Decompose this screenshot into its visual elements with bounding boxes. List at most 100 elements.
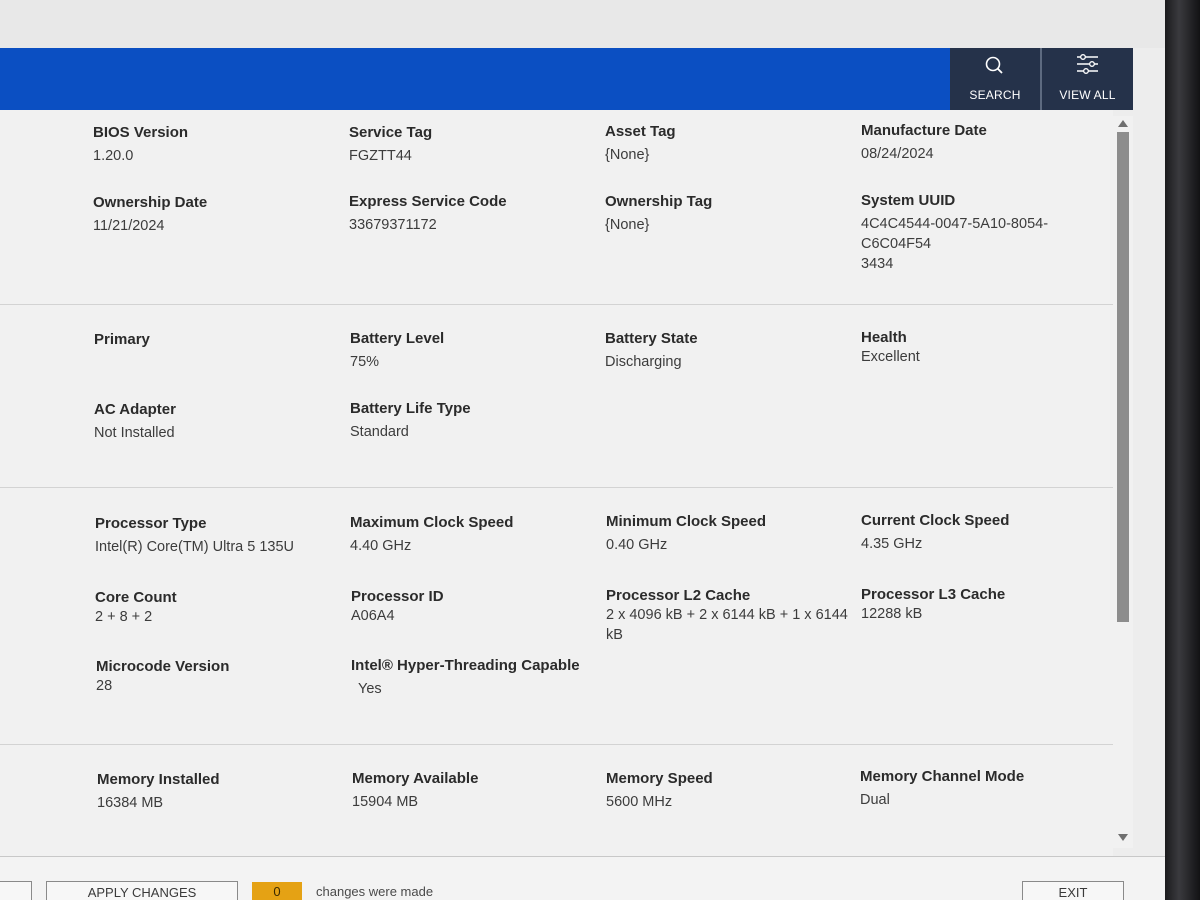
field-label: Memory Installed (97, 771, 220, 788)
field-value: Intel(R) Core(TM) Ultra 5 135U (95, 539, 295, 555)
search-icon (950, 54, 1040, 78)
scroll-thumb[interactable] (1117, 132, 1129, 622)
header-bar: SEARCH VIEW ALL (0, 48, 1133, 110)
primary-battery-field: Primary (94, 331, 344, 349)
view-all-button[interactable]: VIEW ALL (1042, 48, 1133, 110)
section-divider (0, 304, 1113, 305)
field-value: 5600 MHz (606, 794, 673, 810)
scroll-up-arrow-icon[interactable] (1118, 120, 1128, 127)
field-label: Intel® Hyper-Threading Capable (351, 657, 580, 674)
memory-installed-field: Memory Installed 16384 MB (97, 771, 347, 813)
field-label: Memory Available (352, 770, 479, 787)
field-value: 4.35 GHz (861, 536, 923, 552)
ac-adapter-field: AC Adapter Not Installed (94, 401, 344, 443)
field-label: AC Adapter (94, 401, 176, 418)
field-value: 11/21/2024 (93, 218, 165, 234)
field-value: 2 + 8 + 2 (95, 609, 153, 625)
field-label: Express Service Code (349, 193, 507, 210)
field-label: Battery State (605, 330, 698, 347)
scroll-down-arrow-icon[interactable] (1118, 834, 1128, 841)
field-label: Battery Life Type (350, 400, 471, 417)
field-value: 12288 kB (861, 606, 923, 622)
field-label: Processor ID (351, 588, 444, 605)
ownership-date-field: Ownership Date 11/21/2024 (93, 194, 343, 236)
system-uuid-field: System UUID 4C4C4544-0047-5A10-8054-C6C0… (861, 192, 1111, 274)
memory-speed-field: Memory Speed 5600 MHz (606, 770, 856, 812)
view-all-label: VIEW ALL (1059, 88, 1116, 102)
field-value: 1.20.0 (93, 148, 134, 164)
field-value: 33679371172 (349, 217, 437, 233)
field-label: System UUID (861, 192, 956, 209)
field-value: {None} (605, 147, 650, 163)
field-label: BIOS Version (93, 124, 189, 141)
health-field: Health Excellent (861, 329, 1111, 367)
field-value: 15904 MB (352, 794, 419, 810)
section-divider (0, 487, 1113, 488)
microcode-version-field: Microcode Version 28 (96, 658, 346, 696)
processor-id-field: Processor ID A06A4 (351, 588, 601, 626)
battery-life-type-field: Battery Life Type Standard (350, 400, 600, 442)
field-label: Manufacture Date (861, 122, 987, 139)
search-label: SEARCH (969, 88, 1021, 102)
field-value: {None} (605, 217, 650, 233)
field-value: 0.40 GHz (606, 537, 668, 553)
max-clock-speed-field: Maximum Clock Speed 4.40 GHz (350, 514, 600, 556)
window-top-strip (0, 0, 1165, 48)
battery-level-field: Battery Level 75% (350, 330, 600, 372)
field-value-line-2: 3434 (861, 256, 894, 272)
field-value: Yes (358, 681, 382, 697)
footer-left-button[interactable] (0, 881, 32, 900)
monitor-bezel (1165, 0, 1200, 900)
express-service-code-field: Express Service Code 33679371172 (349, 193, 599, 235)
field-value-line-1: 4C4C4544-0047-5A10-8054-C6C04F54 (861, 216, 1049, 252)
bios-screen: SEARCH VIEW ALL BIOS Version 1.20.0 Serv… (0, 0, 1165, 900)
field-label: Microcode Version (96, 658, 230, 675)
field-label: Processor L2 Cache (606, 587, 751, 604)
field-label: Ownership Date (93, 194, 208, 211)
field-label: Processor L3 Cache (861, 586, 1006, 603)
field-label: Minimum Clock Speed (606, 513, 767, 530)
details-panel: BIOS Version 1.20.0 Service Tag FGZTT44 … (0, 110, 1113, 858)
l2-cache-field: Processor L2 Cache 2 x 4096 kB + 2 x 614… (606, 587, 856, 645)
field-label: Maximum Clock Speed (350, 514, 514, 531)
field-value: Discharging (605, 354, 682, 370)
vertical-scrollbar[interactable] (1113, 116, 1133, 848)
current-clock-speed-field: Current Clock Speed 4.35 GHz (861, 512, 1111, 554)
changes-status-text: changes were made (316, 884, 434, 899)
filter-list-icon (1042, 54, 1133, 78)
field-label: Core Count (95, 589, 177, 606)
service-tag-field: Service Tag FGZTT44 (349, 124, 599, 166)
field-label: Ownership Tag (605, 193, 713, 210)
field-label: Health (861, 329, 907, 346)
core-count-field: Core Count 2 + 8 + 2 (95, 589, 345, 627)
apply-changes-button[interactable]: APPLY CHANGES (46, 881, 238, 900)
ownership-tag-field: Ownership Tag {None} (605, 193, 855, 235)
footer-bar: APPLY CHANGES 0 changes were made EXIT (0, 856, 1165, 900)
field-label: Processor Type (95, 515, 207, 532)
search-button[interactable]: SEARCH (950, 48, 1040, 110)
field-label: Primary (94, 331, 150, 348)
field-label: Asset Tag (605, 123, 676, 140)
hyper-threading-field: Intel® Hyper-Threading Capable Yes (351, 657, 611, 699)
changes-count-badge: 0 (252, 882, 302, 900)
field-label: Current Clock Speed (861, 512, 1010, 529)
min-clock-speed-field: Minimum Clock Speed 0.40 GHz (606, 513, 856, 555)
field-label: Battery Level (350, 330, 445, 347)
asset-tag-field: Asset Tag {None} (605, 123, 855, 165)
section-divider (0, 744, 1113, 745)
field-label: Memory Speed (606, 770, 713, 787)
field-value: 4.40 GHz (350, 538, 412, 554)
field-value: Standard (350, 424, 409, 440)
field-value: 16384 MB (97, 795, 164, 811)
field-value: 28 (96, 678, 113, 694)
field-label: Service Tag (349, 124, 433, 141)
memory-available-field: Memory Available 15904 MB (352, 770, 602, 812)
memory-channel-mode-field: Memory Channel Mode Dual (860, 768, 1110, 810)
exit-button[interactable]: EXIT (1022, 881, 1124, 900)
field-value: Not Installed (94, 425, 175, 441)
l3-cache-field: Processor L3 Cache 12288 kB (861, 586, 1111, 624)
processor-type-field: Processor Type Intel(R) Core(TM) Ultra 5… (95, 515, 345, 557)
field-value: FGZTT44 (349, 148, 412, 164)
bios-version-field: BIOS Version 1.20.0 (93, 124, 343, 166)
field-value: A06A4 (351, 608, 395, 624)
